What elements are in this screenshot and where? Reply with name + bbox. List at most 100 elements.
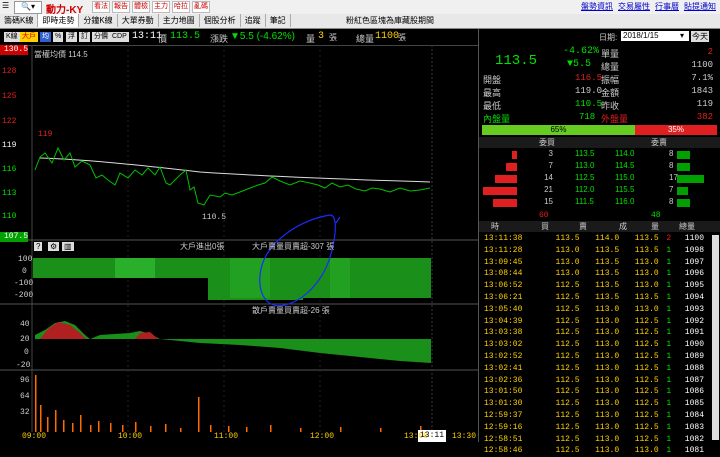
menu-item-report[interactable]: 報告 bbox=[112, 1, 130, 13]
tick-buy: 112.5 bbox=[555, 363, 580, 373]
tick-time: 12:58:51 bbox=[484, 434, 523, 444]
menu-item-check[interactable]: 體檢 bbox=[132, 1, 150, 13]
tab-main-map[interactable]: 主力地圖 bbox=[159, 14, 200, 27]
percent-button[interactable]: % bbox=[53, 32, 64, 42]
stats-row: 開盤 116.5 振幅 7.1% bbox=[479, 73, 720, 86]
tick-row: 12:58:51 112.5 113.0 112.5 1 1082 bbox=[482, 434, 706, 446]
stat-high-label: 最高 bbox=[483, 88, 502, 98]
tick-total: 1083 bbox=[684, 422, 704, 432]
change-label: 漲跌 bbox=[210, 34, 229, 44]
tick-total: 1085 bbox=[684, 399, 704, 409]
bid-qty: 21 bbox=[544, 185, 553, 194]
date-label: 日期: bbox=[599, 33, 618, 42]
menu-item-view[interactable]: 看法 bbox=[92, 1, 110, 13]
tick-time: 13:01:30 bbox=[484, 399, 523, 409]
tick-buy: 112.5 bbox=[555, 351, 580, 361]
tick-time: 13:03:38 bbox=[484, 328, 523, 338]
tick-total: 1088 bbox=[684, 363, 704, 373]
tick-sell: 113.0 bbox=[595, 387, 620, 397]
rp-vol-label: 單量 bbox=[601, 49, 620, 59]
today-button[interactable]: 今天 bbox=[691, 31, 709, 42]
kline-button[interactable]: K線 bbox=[4, 32, 20, 42]
tick-vol: 1 bbox=[666, 446, 672, 456]
menu-item-main[interactable]: 主力 bbox=[152, 1, 170, 13]
vol-y-32: 32 bbox=[20, 408, 30, 417]
bid-price: 113.5 bbox=[575, 149, 595, 158]
tick-time: 13:11:38 bbox=[484, 234, 523, 243]
bid-bar bbox=[505, 163, 517, 171]
big-holder-button[interactable]: 大戶 bbox=[20, 32, 38, 42]
date-dropdown-icon[interactable]: ▾ bbox=[680, 31, 684, 40]
sub1-help-icon[interactable]: ? bbox=[34, 242, 43, 251]
menu-icon[interactable]: ☰ bbox=[2, 1, 9, 12]
book-row: 15 111.5 116.0 8 bbox=[479, 197, 720, 209]
tick-total: 1090 bbox=[684, 340, 704, 350]
tick-vol: 1 bbox=[666, 351, 672, 361]
sub1-label2: 大戶賣量買賣超-307 張 bbox=[252, 242, 335, 251]
tick-sell: 113.5 bbox=[595, 245, 620, 255]
link-notice[interactable]: 貼提通知 bbox=[684, 2, 716, 11]
link-market-info[interactable]: 盤勢資訊 bbox=[581, 2, 613, 11]
tick-vol: 2 bbox=[666, 234, 672, 243]
tab-chip-kline[interactable]: 籌碼K線 bbox=[0, 14, 39, 27]
tab-stock-analysis[interactable]: 個股分析 bbox=[200, 14, 241, 27]
tab-notes[interactable]: 筆記 bbox=[266, 14, 291, 27]
tick-time: 13:04:39 bbox=[484, 316, 523, 326]
tick-sell: 113.0 bbox=[595, 422, 620, 432]
order-book: 3 113.5 114.0 8 7 113.0 114.5 8 14 112.5 115.0 17 21… bbox=[479, 149, 720, 209]
rp-price: 113.5 bbox=[495, 53, 538, 69]
link-trade-attr[interactable]: 交易屬性 bbox=[618, 2, 650, 11]
tick-total: 1096 bbox=[684, 269, 704, 279]
tick-vol: 1 bbox=[666, 399, 672, 409]
date-input[interactable]: 2018/1/15 bbox=[621, 31, 689, 41]
tick-row: 13:11:28 113.0 113.5 113.5 1 1098 bbox=[482, 245, 706, 257]
search-icon[interactable]: 🔍▾ bbox=[14, 1, 42, 14]
toolbar-volume: 3 bbox=[318, 31, 325, 42]
cdp-button[interactable]: CDP bbox=[110, 32, 129, 42]
bid-qty: 3 bbox=[548, 149, 553, 158]
tick-buy: 112.5 bbox=[555, 410, 580, 420]
tick-time: 13:02:36 bbox=[484, 375, 523, 385]
x-label-1000: 10:00 bbox=[118, 432, 143, 441]
menu-item-code[interactable]: 亂碼 bbox=[192, 1, 210, 13]
price-distribution-button[interactable]: 分價 bbox=[92, 32, 110, 42]
tick-row: 13:01:30 112.5 113.0 112.5 1 1085 bbox=[482, 398, 706, 410]
avg-button[interactable]: 均 bbox=[40, 32, 51, 42]
tick-time: 13:02:41 bbox=[484, 363, 523, 373]
tab-track[interactable]: 追蹤 bbox=[241, 14, 266, 27]
tab-minute-kline[interactable]: 分鐘K線 bbox=[79, 14, 118, 27]
book-row: 3 113.5 114.0 8 bbox=[479, 149, 720, 161]
volume-unit: 張 bbox=[329, 33, 337, 42]
inner-volume-label: 內盤量 bbox=[483, 114, 511, 124]
tick-buy: 112.5 bbox=[555, 328, 580, 338]
bid-qty: 14 bbox=[544, 173, 553, 182]
tab-realtime[interactable]: 即時走勢 bbox=[38, 14, 80, 27]
tick-row: 12:59:37 112.5 113.0 112.5 1 1084 bbox=[482, 410, 706, 422]
ticks-table: 13:11:38 113.5 114.0 113.5 2 1100 13:11:28 113.… bbox=[482, 233, 706, 457]
tick-time: 13:03:02 bbox=[484, 340, 523, 350]
sub1-chart-icon[interactable]: ▥ bbox=[62, 242, 74, 251]
stat-amount-label: 金額 bbox=[601, 88, 620, 98]
y-label-116: 116 bbox=[2, 165, 17, 174]
sub1-y-0: 0 bbox=[22, 267, 27, 276]
sub2-y-0: 0 bbox=[24, 348, 29, 357]
toolbar-total: 1100 bbox=[375, 31, 400, 42]
tick-vol: 1 bbox=[666, 422, 672, 432]
toolbar-change: ▼5.5 (-4.62%) bbox=[230, 31, 295, 42]
link-calendar[interactable]: 行事曆 bbox=[655, 2, 679, 11]
tab-big-orders[interactable]: 大單券動 bbox=[118, 14, 159, 27]
outer-volume-value: 382 bbox=[696, 112, 713, 122]
sub1-settings-icon[interactable]: ⚙ bbox=[48, 242, 60, 251]
x-label-0900: 09:00 bbox=[22, 432, 47, 441]
ticks-scrollbar[interactable] bbox=[712, 235, 719, 440]
tick-row: 12:58:46 112.5 113.0 113.0 1 1081 bbox=[482, 445, 706, 457]
tick-deal: 112.5 bbox=[634, 375, 659, 385]
ask-bar bbox=[677, 163, 690, 171]
order-button[interactable]: 訂 bbox=[79, 32, 90, 42]
tick-time: 13:11:28 bbox=[484, 245, 523, 255]
float-button[interactable]: 浮 bbox=[66, 32, 77, 42]
menu-item-chat[interactable]: 哈拉 bbox=[172, 1, 190, 13]
tick-deal: 112.5 bbox=[634, 399, 659, 409]
y-label-119: 119 bbox=[2, 141, 17, 150]
tick-buy: 112.5 bbox=[555, 446, 580, 456]
